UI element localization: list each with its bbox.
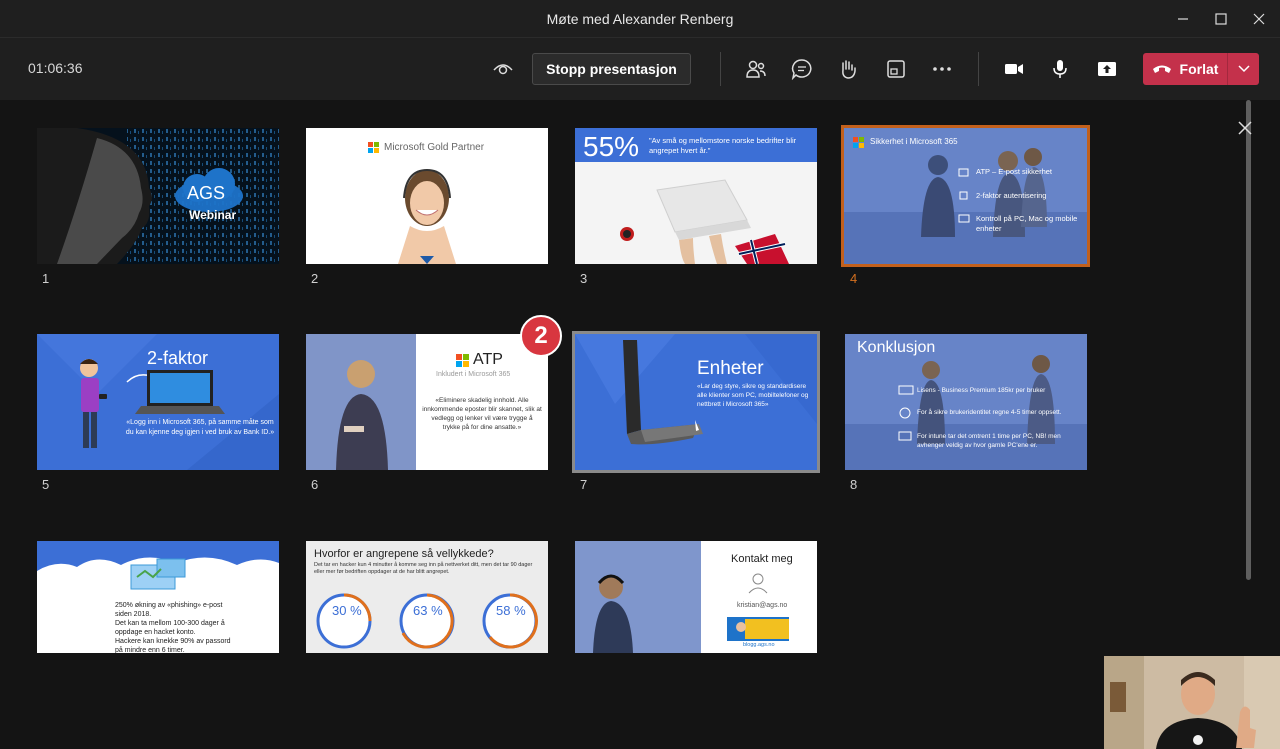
slide-thumbnail-3[interactable]: 55% "Av små og mellomstore norske bedrif… [575,128,817,264]
slide-6-caption: «Eliminere skadelig innhold. Alle innkom… [422,397,542,431]
close-window-button[interactable] [1244,6,1274,32]
scrollbar[interactable] [1246,100,1251,580]
share-icon [1098,62,1116,76]
view-button[interactable] [488,54,518,84]
meeting-timer: 01:06:36 [28,60,83,76]
participants-button[interactable] [741,54,771,84]
slide-thumbnail-4[interactable]: Sikkerhet i Microsoft 365 ATP – E-post s… [841,125,1090,267]
camera-button[interactable] [999,54,1029,84]
share-content-button[interactable] [1092,54,1122,84]
slide-number-5: 5 [42,477,50,492]
slide-1-title: AGS [187,183,226,203]
slide-10-title: Hvorfor er angrepene så vellykkede? [314,548,494,560]
slide-thumbnail-10[interactable]: Hvorfor er angrepene så vellykkede? Det … [306,541,548,653]
slide-8-item-1: Lisens - Business Premium 185kr per bruk… [917,387,1046,394]
slide-7-title: Enheter [697,358,764,379]
microphone-icon [1053,60,1067,78]
slide-5-caption: «Logg inn i Microsoft 365, på samme måte… [125,419,275,436]
slide-4-title: Sikkerhet i Microsoft 365 [870,137,958,146]
stop-presenting-button[interactable]: Stopp presentasjon [532,53,691,85]
slide-1-subtitle: Webinar [189,208,237,222]
chevron-down-icon [1237,65,1250,73]
slide-2-caption: Microsoft Gold Partner [384,142,485,153]
slide-number-2: 2 [311,271,319,286]
slide-thumbnail-9[interactable]: 250% økning av «phishing» e-post siden 2… [37,541,279,653]
slide-number-4: 4 [850,271,858,286]
slide-thumbnail-1[interactable]: AGS Webinar [37,128,279,264]
slide-thumbnail-2[interactable]: Microsoft Gold Partner [306,128,548,264]
slide-6-subtitle: Inkludert i Microsoft 365 [436,371,511,378]
slide-number-6: 6 [311,477,319,492]
slide-thumbnail-7[interactable]: Enheter «Lar deg styre, sikre og standar… [572,331,820,473]
slide-number-3: 3 [580,271,588,286]
slide-10-stat-3: 58 % [496,603,526,618]
slide-number-1: 1 [42,271,50,286]
self-view-artwork [1104,656,1280,749]
window-title: Møte med Alexander Renberg [546,11,734,27]
slide-thumbnail-8[interactable]: Konklusjon Lisens - Business Premium 185… [845,334,1087,470]
step-badge: 2 [520,315,562,357]
slide-9-item-2: Det kan ta mellom 100-300 dager å oppdag… [115,620,225,636]
minimize-icon [1178,18,1188,20]
slide-10-caption: Det tar en hacker kun 4 minutter å komme… [314,562,533,575]
slide-10-stat-2: 63 % [413,603,443,618]
slide-11-title: Kontakt meg [731,553,793,565]
camera-icon [1005,64,1023,74]
self-view-video[interactable] [1104,656,1280,749]
more-actions-button[interactable] [927,54,957,84]
slide-thumbnail-6[interactable]: ATP Inkludert i Microsoft 365 «Eliminere… [306,334,548,470]
maximize-button[interactable] [1206,6,1236,32]
slide-number-7: 7 [580,477,588,492]
maximize-icon [1215,13,1227,25]
leave-options-button[interactable] [1228,53,1259,85]
slide-4-item-1: ATP – E-post sikkerhet [976,167,1053,176]
slide-3-caption: "Av små og mellomstore norske bedrifter … [649,136,797,155]
close-icon [1253,13,1265,25]
eye-icon [493,64,513,75]
slide-11-footer: blogg.ags.no [743,642,775,648]
hang-up-icon [1152,65,1171,73]
leave-button-group: Forlat [1143,53,1259,85]
meeting-toolbar: 01:06:36 Stopp presentasjon Forlat [0,38,1280,100]
focus-button[interactable] [881,54,911,84]
minimize-button[interactable] [1168,6,1198,32]
chat-button[interactable] [787,54,817,84]
slide-9-item-1: 250% økning av «phishing» e-post siden 2… [115,602,223,618]
focus-icon [887,60,905,78]
slide-1-artwork [37,128,279,264]
close-icon [1238,121,1252,135]
toolbar-divider [978,52,979,86]
leave-button[interactable]: Forlat [1143,53,1227,85]
slide-8-item-3: For intune tar det omtrent 1 time per PC… [917,433,1061,449]
slide-7-caption: «Lar deg styre, sikre og standardisere a… [697,383,809,408]
slide-6-title: ATP [473,351,503,368]
slide-8-title: Konklusjon [857,339,936,356]
slide-4-item-3: Kontroll på PC, Mac og mobile enheter [976,214,1078,233]
hand-icon [842,60,856,79]
slide-9-item-3: Hackere kan knekke 90% av passord på min… [115,638,231,653]
slide-thumbnail-5[interactable]: 2-faktor «Logg inn i Microsoft 365, på s… [37,334,279,470]
chat-icon [791,59,812,80]
slide-11-email: kristian@ags.no [737,602,788,609]
slide-10-stat-1: 30 % [332,603,362,618]
slide-4-artwork [843,127,1088,265]
toolbar-divider [720,52,721,86]
slide-number-8: 8 [850,477,858,492]
title-bar: Møte med Alexander Renberg [0,0,1280,38]
close-slide-grid-button[interactable] [1233,116,1257,140]
raise-hand-button[interactable] [833,54,863,84]
people-icon [746,60,766,78]
microphone-button[interactable] [1045,54,1075,84]
ellipsis-icon [933,67,951,71]
slide-8-item-2: For å sikre brukeridentitet regne 4-5 ti… [917,409,1062,416]
slide-4-item-2: 2-faktor autentisering [976,191,1047,200]
slide-3-headline: 55% [583,131,640,162]
leave-label: Forlat [1179,61,1219,77]
slide-thumbnail-11[interactable]: Kontakt meg kristian@ags.no blogg.ags.no [575,541,817,653]
slide-5-title: 2-faktor [147,348,209,368]
